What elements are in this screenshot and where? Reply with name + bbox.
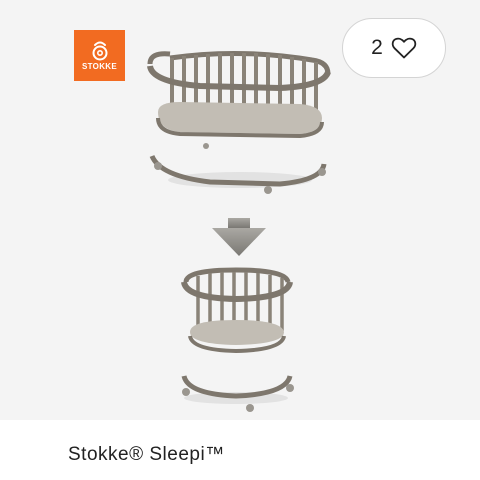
product-title[interactable]: Stokke® Sleepi™ — [68, 444, 225, 466]
like-count: 2 — [371, 36, 383, 59]
stokke-emblem-icon — [92, 41, 107, 60]
oval-crib-image — [147, 50, 331, 194]
transform-arrow-icon — [212, 218, 266, 256]
mini-crib-image — [181, 267, 294, 412]
logo-text: STOKKE — [82, 61, 117, 71]
heart-outline-icon — [391, 37, 417, 59]
favorite-button[interactable]: 2 — [342, 18, 446, 78]
stokke-logo: STOKKE — [74, 30, 125, 81]
product-image-area[interactable]: STOKKE 2 — [0, 0, 480, 420]
